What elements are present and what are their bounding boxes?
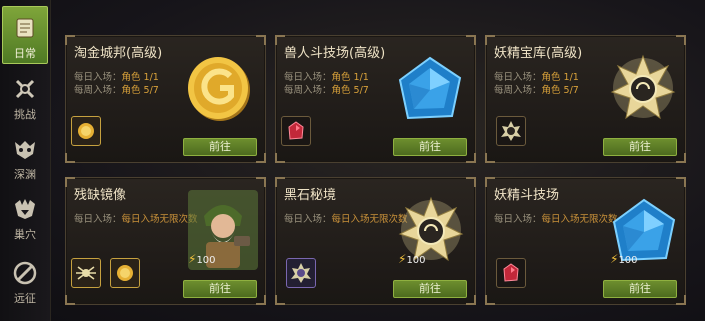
card-title: 残缺镜像: [74, 188, 127, 203]
dungeon-card-fairy-vault: 妖精宝库(高级) 每日入场：角色 1/1 每周入场：角色 5/7 前往: [485, 35, 686, 163]
spider-emblem-icon: [76, 266, 96, 280]
daily-entry: 每日入场：角色 1/1: [74, 72, 159, 83]
gold-coin-icon: [188, 57, 250, 121]
card-title: 黑石秘境: [284, 188, 337, 203]
energy-cost: ⚡100: [188, 252, 216, 266]
dungeon-card-blackstone: 黑石秘境 每日入场：每日入场无限次数 ⚡100 前往: [275, 177, 476, 305]
sidebar-item-label: 远征: [14, 292, 36, 305]
go-button[interactable]: 前往: [183, 138, 257, 156]
sidebar-item-lair[interactable]: 巢穴: [0, 188, 50, 246]
sidebar-item-label: 深渊: [14, 168, 36, 181]
red-gem-icon: [288, 121, 304, 140]
energy-cost: ⚡100: [610, 252, 638, 266]
emblem-icon: [501, 121, 521, 141]
expedition-icon: [13, 261, 37, 285]
sun-emblem-icon: [610, 54, 676, 120]
sidebar-item-abyss[interactable]: 深渊: [0, 128, 50, 186]
go-button[interactable]: 前往: [603, 280, 677, 298]
daily-entry: 每日入场：每日入场无限次数: [494, 214, 618, 225]
reward-slot[interactable]: [286, 258, 316, 288]
dungeon-card-fairy-arena: 妖精斗技场 每日入场：每日入场无限次数 ⚡100 前往: [485, 177, 686, 305]
coin-icon: [117, 265, 133, 281]
weekly-entry: 每周入场：角色 5/7: [494, 85, 579, 96]
sidebar-item-challenge[interactable]: 挑战: [0, 68, 50, 126]
daily-entry: 每日入场：角色 1/1: [284, 72, 369, 83]
sidebar-item-label: 日常: [14, 47, 36, 60]
go-button[interactable]: 前往: [393, 138, 467, 156]
dragon-lair-icon: [15, 199, 35, 219]
go-button[interactable]: 前往: [393, 280, 467, 298]
blue-crystal-icon: [398, 56, 462, 120]
go-button[interactable]: 前往: [183, 280, 257, 298]
card-title: 妖精宝库(高级): [494, 46, 583, 61]
go-button[interactable]: 前往: [603, 138, 677, 156]
dungeon-card-gold-city: 淘金城邦(高级) 每日入场：角色 1/1 每周入场：角色 5/7 前往: [65, 35, 266, 163]
reward-slot[interactable]: [110, 258, 140, 288]
sidebar-item-daily[interactable]: 日常: [2, 6, 48, 64]
dungeon-card-broken-mirror: 残缺镜像 每日入场：每日入场无限次数 ⚡100 前往: [65, 177, 266, 305]
sidebar-item-label: 巢穴: [14, 228, 36, 241]
coin-icon: [78, 123, 94, 139]
card-title: 兽人斗技场(高级): [284, 46, 386, 61]
reward-slot[interactable]: [496, 258, 526, 288]
card-title: 淘金城邦(高级): [74, 46, 163, 61]
weekly-entry: 每周入场：角色 5/7: [284, 85, 369, 96]
sidebar-item-label: 挑战: [14, 108, 36, 121]
demon-mask-icon: [15, 141, 35, 159]
purple-emblem-icon: [291, 263, 311, 283]
daily-entry: 每日入场：角色 1/1: [494, 72, 579, 83]
sidebar-item-expedition[interactable]: 远征: [0, 252, 50, 310]
red-gem-icon: [503, 263, 519, 282]
sidebar: 日常 挑战 深渊 巢穴 远征: [0, 0, 51, 321]
weekly-entry: 每周入场：角色 5/7: [74, 85, 159, 96]
reward-slot[interactable]: [71, 116, 101, 146]
energy-cost: ⚡100: [398, 252, 426, 266]
daily-entry: 每日入场：每日入场无限次数: [284, 214, 408, 225]
daily-entry: 每日入场：每日入场无限次数: [74, 214, 198, 225]
reward-slot[interactable]: [71, 258, 101, 288]
dungeon-card-orc-arena: 兽人斗技场(高级) 每日入场：角色 1/1 每周入场：角色 5/7 前往: [275, 35, 476, 163]
card-title: 妖精斗技场: [494, 188, 560, 203]
reward-slot[interactable]: [496, 116, 526, 146]
crossed-swords-icon: [15, 79, 35, 99]
scroll-icon: [16, 18, 34, 38]
reward-slot[interactable]: [281, 116, 311, 146]
